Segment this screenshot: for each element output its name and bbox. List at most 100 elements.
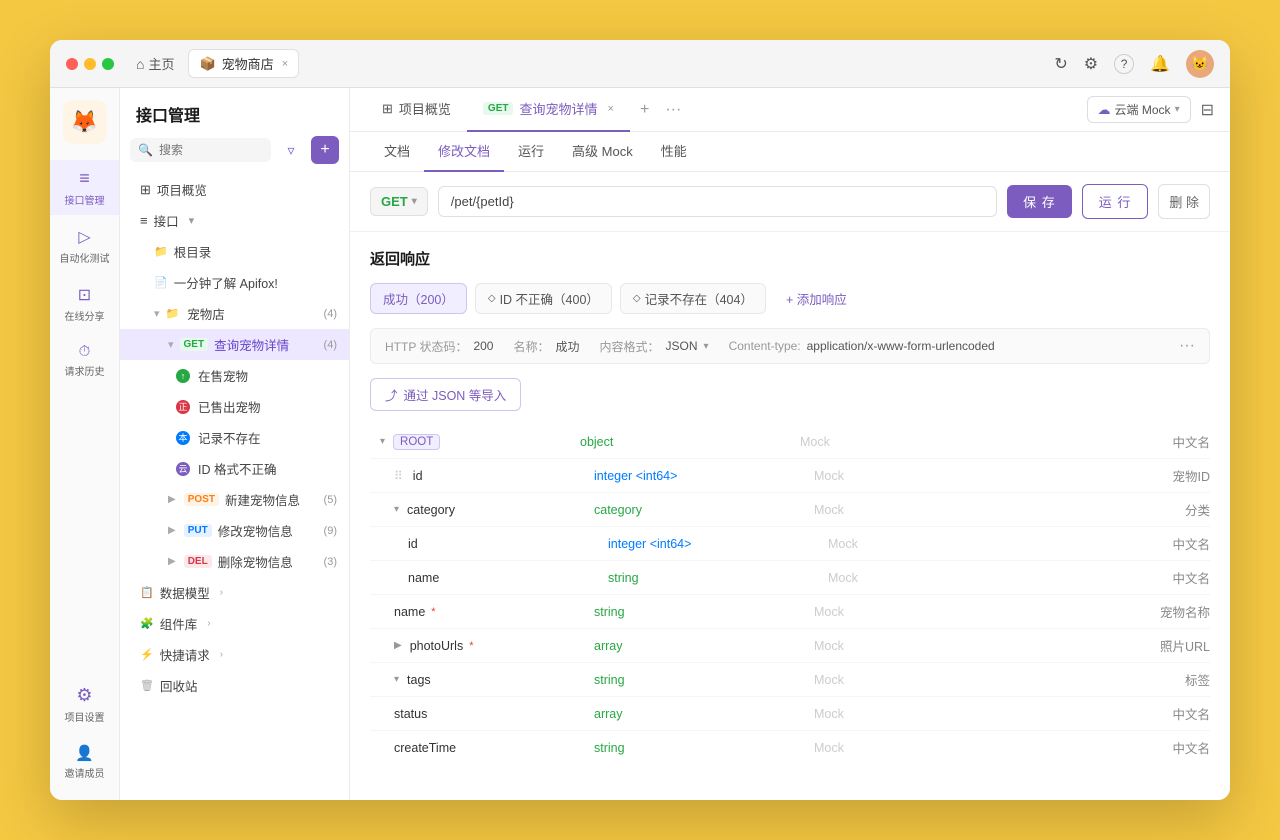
tree-item-del-pet[interactable]: ▶ DEL 删除宠物信息 (3) xyxy=(120,546,349,577)
schema-mock-status[interactable]: Mock xyxy=(814,707,914,721)
apifox-doc-label: 一分钟了解 Apifox! xyxy=(174,273,278,292)
url-input[interactable] xyxy=(438,186,997,217)
sidebar-item-invite[interactable]: 👤 邀请成员 xyxy=(50,736,119,788)
avatar[interactable]: 😺 xyxy=(1186,50,1214,78)
expand-photo-icon[interactable]: ▶ xyxy=(394,640,402,651)
maximize-button[interactable] xyxy=(102,58,114,70)
schema-name-pet-name: name * xyxy=(394,605,594,619)
json-chevron-icon[interactable]: ▾ xyxy=(704,341,709,352)
schema-table: ▾ ROOT object Mock 中文名 ⠿ id integer <i xyxy=(370,425,1210,764)
schema-mock-pet-name[interactable]: Mock xyxy=(814,605,914,619)
schema-row-category: ▾ category category Mock 分类 xyxy=(370,493,1210,527)
tab-close-icon[interactable]: × xyxy=(282,58,288,70)
delete-button[interactable]: 删 除 xyxy=(1158,184,1210,219)
tab-project-overview[interactable]: ⊞ 项目概览 xyxy=(366,88,467,132)
resp-tab-404[interactable]: ◇ 记录不存在（404） xyxy=(620,283,766,314)
bell-icon[interactable]: 🔔 xyxy=(1150,54,1170,74)
refresh-icon[interactable]: ↻ xyxy=(1054,54,1067,74)
overview-icon: ⊞ xyxy=(140,182,151,198)
tree-item-in-sale[interactable]: ↑ 在售宠物 xyxy=(120,360,349,391)
sidebar-item-automation[interactable]: ▷ 自动化测试 xyxy=(50,219,119,273)
schema-field-create-time: createTime xyxy=(394,741,456,755)
subtab-run[interactable]: 运行 xyxy=(504,132,558,172)
help-icon[interactable]: ? xyxy=(1114,54,1134,74)
minimize-button[interactable] xyxy=(84,58,96,70)
tab-petshop[interactable]: 📦 宠物商店 × xyxy=(188,49,299,78)
add-tab-button[interactable]: + xyxy=(630,101,659,119)
tree-item-not-exist[interactable]: 本 记录不存在 xyxy=(120,422,349,453)
subtab-doc[interactable]: 文档 xyxy=(370,132,424,172)
sidebar-item-settings[interactable]: ⚙ 项目设置 xyxy=(50,677,119,732)
tree-item-bad-id[interactable]: 云 ID 格式不正确 xyxy=(120,453,349,484)
add-button[interactable]: + xyxy=(311,136,339,164)
mock-dropdown[interactable]: ☁ 云端 Mock ▾ xyxy=(1087,96,1191,123)
filter-button[interactable]: ▿ xyxy=(277,136,305,164)
import-json-button[interactable]: ⤴ 通过 JSON 等导入 xyxy=(370,378,521,411)
schema-mock-root[interactable]: Mock xyxy=(800,435,900,449)
get-pet-badge: (4) xyxy=(324,339,337,351)
home-icon: ⌂ xyxy=(136,56,144,72)
tree-item-root-dir[interactable]: 📁 根目录 xyxy=(120,236,349,267)
resp-tab-400[interactable]: ◇ ID 不正确（400） xyxy=(475,283,612,314)
get-pet-tab-label: 查询宠物详情 xyxy=(519,99,597,118)
schema-mock-create-time[interactable]: Mock xyxy=(814,741,914,755)
schema-mock-category-id[interactable]: Mock xyxy=(828,537,928,551)
schema-type-pet-name: string xyxy=(594,605,814,619)
tree-item-sold[interactable]: 正 已售出宠物 xyxy=(120,391,349,422)
tree-item-petshop-folder[interactable]: ▾ 📁 宠物店 (4) xyxy=(120,298,349,329)
schema-mock-category-name[interactable]: Mock xyxy=(828,571,928,585)
search-input[interactable] xyxy=(159,143,263,157)
tab-get-pet-detail[interactable]: GET 查询宠物详情 × xyxy=(467,88,630,132)
schema-mock-id[interactable]: Mock xyxy=(814,469,914,483)
overview-tab-label: 项目概览 xyxy=(399,99,451,118)
content-area: 返回响应 成功（200） ◇ ID 不正确（400） ◇ 记录不存在（404） xyxy=(350,232,1230,800)
add-response-button[interactable]: + 添加响应 xyxy=(774,284,859,313)
schema-cn-create-time: 中文名 xyxy=(914,738,1210,757)
top-tab-row: ⊞ 项目概览 GET 查询宠物详情 × + ··· ☁ 云端 Mock ▾ ⊟ xyxy=(350,88,1230,132)
subtab-performance[interactable]: 性能 xyxy=(647,132,701,172)
expand-root-icon[interactable]: ▾ xyxy=(380,436,385,447)
search-row: 🔍 ▿ + xyxy=(120,136,349,174)
mock-label: 云端 Mock xyxy=(1115,101,1171,118)
subtab-advanced-mock[interactable]: 高级 Mock xyxy=(558,132,647,172)
project-settings-icon: ⚙ xyxy=(76,685,92,706)
tree-item-trash[interactable]: 🗑 回收站 xyxy=(120,670,349,701)
tree-item-quick-req[interactable]: ⚡ 快捷请求 › xyxy=(120,639,349,670)
schema-field-category-id: id xyxy=(408,537,418,551)
sidebar-item-history[interactable]: ⏱ 请求历史 xyxy=(50,335,119,386)
tree-item-data-model[interactable]: 📋 数据模型 › xyxy=(120,577,349,608)
schema-row-category-id: id integer <int64> Mock 中文名 xyxy=(370,527,1210,561)
app-window: ⌂ 主页 📦 宠物商店 × ↻ ⚙ ? 🔔 😺 🦊 ≡ 接口管理 xyxy=(50,40,1230,800)
subtab-edit-doc[interactable]: 修改文档 xyxy=(424,132,504,172)
close-button[interactable] xyxy=(66,58,78,70)
run-button[interactable]: 运 行 xyxy=(1082,184,1149,219)
drag-handle-id[interactable]: ⠿ xyxy=(394,469,403,483)
resp-tab-200[interactable]: 成功（200） xyxy=(370,283,467,314)
sidebar-item-share[interactable]: ⊡ 在线分享 xyxy=(50,277,119,331)
tree-item-put-pet[interactable]: ▶ PUT 修改宠物信息 (9) xyxy=(120,515,349,546)
save-button[interactable]: 保 存 xyxy=(1007,185,1072,218)
expand-tags-icon[interactable]: ▾ xyxy=(394,674,399,685)
tab-close-pet-icon[interactable]: × xyxy=(608,103,614,115)
expand-category-icon[interactable]: ▾ xyxy=(394,504,399,515)
method-select[interactable]: GET ▾ xyxy=(370,187,428,216)
tree-item-apifox-doc[interactable]: 📄 一分钟了解 Apifox! xyxy=(120,267,349,298)
tab-home[interactable]: ⌂ 主页 xyxy=(126,50,184,77)
layout-toggle-icon[interactable]: ⊟ xyxy=(1201,100,1214,120)
tree-item-get-pet[interactable]: ▾ GET 查询宠物详情 (4) xyxy=(120,329,349,360)
schema-mock-category[interactable]: Mock xyxy=(814,503,914,517)
tree-item-post-pet[interactable]: ▶ POST 新建宠物信息 (5) xyxy=(120,484,349,515)
sidebar-item-api-management[interactable]: ≡ 接口管理 xyxy=(50,160,119,215)
tree-item-components[interactable]: 🧩 组件库 › xyxy=(120,608,349,639)
tree-item-api-folder[interactable]: ≡ 接口 ▾ xyxy=(120,205,349,236)
tree-item-overview[interactable]: ⊞ 项目概览 xyxy=(120,174,349,205)
tab-active-label: 宠物商店 xyxy=(222,54,274,73)
more-tabs-button[interactable]: ··· xyxy=(659,101,687,119)
schema-field-id: id xyxy=(413,469,423,483)
schema-mock-photo-urls[interactable]: Mock xyxy=(814,639,914,653)
status-content-format: 内容格式： JSON ▾ xyxy=(600,338,709,355)
settings-icon[interactable]: ⚙ xyxy=(1084,54,1098,74)
in-sale-icon: ↑ xyxy=(176,369,190,383)
schema-mock-tags[interactable]: Mock xyxy=(814,673,914,687)
status-more-button[interactable]: ··· xyxy=(1179,337,1195,355)
